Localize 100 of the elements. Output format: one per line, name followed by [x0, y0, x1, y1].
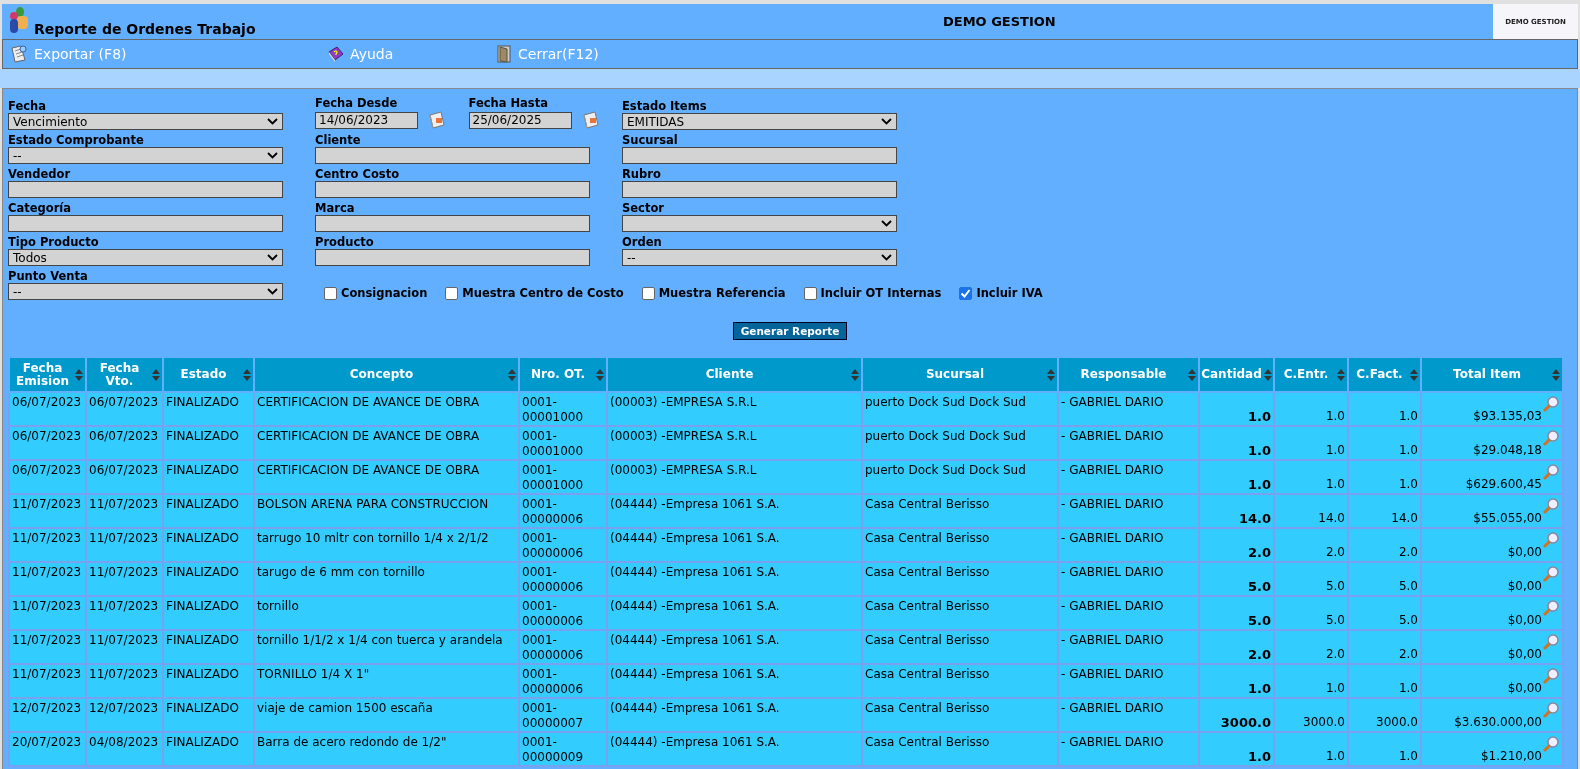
app-logo-icon [8, 7, 30, 35]
text-field[interactable] [315, 181, 590, 198]
checkbox[interactable] [641, 286, 655, 300]
column-header[interactable]: C.Fact. [1348, 357, 1421, 392]
help-book-icon [327, 45, 345, 63]
column-header[interactable]: Estado [163, 357, 254, 392]
dropdown[interactable] [622, 215, 897, 232]
search-icon[interactable] [1542, 599, 1560, 617]
generate-report-button[interactable]: Generar Reporte [732, 322, 848, 340]
table-cell: 14.0 [1318, 511, 1345, 526]
table-cell: FINALIZADO [166, 463, 239, 477]
checkbox[interactable] [445, 286, 459, 300]
column-header[interactable]: Total Item [1421, 357, 1563, 392]
date-field[interactable]: 25/06/2025 [468, 111, 572, 129]
checkbox[interactable] [803, 286, 817, 300]
table-cell: 11/07/2023 [89, 531, 159, 545]
table-cell: 5.0 [1325, 579, 1345, 594]
table-cell: 1.0 [1325, 681, 1345, 696]
search-icon[interactable] [1542, 735, 1560, 753]
table-cell: tornillo 1/1/2 x 1/4 con tuerca y arandela [257, 633, 503, 647]
dropdown[interactable]: EMITIDAS [622, 113, 897, 130]
field-label: Fecha Desde [315, 96, 399, 110]
column-header[interactable]: Cliente [607, 357, 862, 392]
column-header[interactable]: Fecha Vto. [86, 357, 163, 392]
table-cell: (04444) -Empresa 1061 S.A. [610, 633, 780, 647]
column-header[interactable]: Responsable [1058, 357, 1199, 392]
search-icon[interactable] [1542, 667, 1560, 685]
date-field[interactable]: 14/06/2023 [315, 111, 418, 129]
table-cell: (04444) -Empresa 1061 S.A. [610, 565, 780, 579]
table-cell: (04444) -Empresa 1061 S.A. [610, 701, 780, 715]
search-icon[interactable] [1542, 497, 1560, 515]
table-cell: $0,00 [1507, 681, 1542, 696]
calendar-icon[interactable] [580, 110, 601, 130]
table-cell: FINALIZADO [166, 735, 239, 749]
table-cell: 2.0 [1398, 647, 1418, 662]
table-cell: 0001-00001000 [522, 429, 584, 458]
table-cell: (04444) -Empresa 1061 S.A. [610, 497, 780, 511]
text-field[interactable] [622, 181, 897, 198]
search-icon[interactable] [1542, 429, 1560, 447]
table-cell: 14.0 [1238, 511, 1271, 526]
table-cell: 06/07/2023 [89, 395, 159, 409]
sort-icon [75, 368, 83, 381]
dropdown[interactable]: Todos [8, 249, 283, 266]
table-cell: 11/07/2023 [12, 599, 82, 613]
search-icon[interactable] [1542, 701, 1560, 719]
table-cell: 1.0 [1325, 749, 1345, 764]
text-field[interactable] [8, 181, 283, 198]
table-cell: $0,00 [1507, 579, 1542, 594]
checkbox[interactable] [324, 286, 337, 300]
dropdown[interactable]: -- [622, 249, 897, 266]
column-header[interactable]: Concepto [254, 357, 519, 392]
table-cell: 11/07/2023 [12, 667, 82, 681]
table-cell: - GABRIEL DARIO [1061, 429, 1164, 443]
checkbox[interactable] [959, 286, 973, 300]
column-header[interactable]: C.Entr. [1274, 357, 1348, 392]
column-header[interactable]: Nro. OT. [519, 357, 607, 392]
dropdown[interactable]: Vencimiento [8, 113, 283, 130]
table-cell: 1.0 [1398, 477, 1418, 492]
field-label: Producto [315, 235, 375, 249]
toolbar-button[interactable]: Exportar (F8) [3, 44, 321, 64]
table-cell: 0001-00000006 [522, 565, 584, 594]
search-icon[interactable] [1542, 531, 1560, 549]
field-label: Tipo Producto [8, 235, 100, 249]
toolbar-button[interactable]: Cerrar(F12) [489, 44, 599, 64]
calendar-icon[interactable] [427, 110, 447, 130]
table-cell: FINALIZADO [166, 429, 239, 443]
text-field[interactable] [315, 249, 590, 266]
field-label: Fecha [8, 99, 47, 113]
page-title: Reporte de Ordenes Trabajo [34, 21, 256, 39]
dropdown[interactable]: -- [8, 147, 283, 164]
text-field[interactable] [8, 215, 283, 232]
text-field[interactable] [622, 147, 897, 164]
table-cell: 11/07/2023 [12, 531, 82, 545]
table-cell: 06/07/2023 [12, 395, 82, 409]
field-label: Cliente [315, 133, 362, 147]
table-cell: 11/07/2023 [89, 497, 159, 511]
table-cell: $0,00 [1507, 613, 1542, 628]
search-icon[interactable] [1542, 565, 1560, 583]
chevron-down-icon [881, 254, 892, 261]
chevron-down-icon [267, 254, 278, 261]
sort-icon [1337, 368, 1345, 381]
search-icon[interactable] [1542, 395, 1560, 413]
column-header[interactable]: Fecha Emision [9, 357, 86, 392]
table-cell: 1.0 [1325, 443, 1345, 458]
dropdown[interactable]: -- [8, 283, 283, 300]
table-cell: BOLSON ARENA PARA CONSTRUCCION [257, 497, 489, 511]
table-cell: FINALIZADO [166, 565, 239, 579]
field-label: Centro Costo [315, 167, 401, 181]
search-icon[interactable] [1542, 633, 1560, 651]
chevron-down-icon [881, 118, 892, 125]
text-field[interactable] [315, 147, 590, 164]
search-icon[interactable] [1542, 463, 1560, 481]
table-cell: - GABRIEL DARIO [1061, 531, 1164, 545]
table-cell: 5.0 [1398, 579, 1418, 594]
column-header[interactable]: Sucursal [862, 357, 1058, 392]
toolbar-button[interactable]: Ayuda [321, 45, 489, 63]
table-cell: 06/07/2023 [89, 429, 159, 443]
text-field[interactable] [315, 215, 590, 232]
table-cell: viaje de camion 1500 escaña [257, 701, 433, 715]
column-header[interactable]: Cantidad [1199, 357, 1274, 392]
